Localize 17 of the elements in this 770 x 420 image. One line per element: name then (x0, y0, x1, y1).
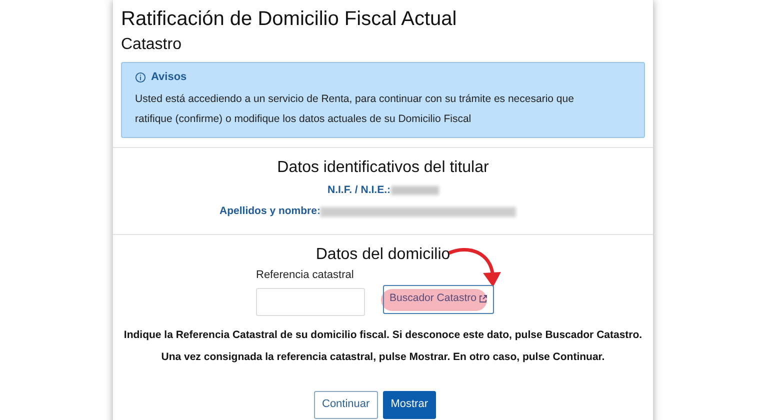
cadastre-search-button[interactable]: Buscador Catastro (383, 284, 494, 314)
notice-text: Usted está accediendo a un servicio de Renta, para continuar con su trámite es necesario que ratifique (confirme) o modifique los datos actuales de su Domicilio Fiscal (135, 92, 575, 126)
instruction-text: Una vez consignada la referencia catastral, pulse Mostrar. En otro caso, pulse Continuar. (161, 350, 605, 364)
page-title: Ratificación de Domicilio Fiscal Actual (121, 7, 458, 32)
cadastral-reference-field[interactable] (256, 288, 365, 316)
section-heading: Datos identificativos del titular (277, 158, 489, 178)
page-subtitle: Catastro (121, 35, 182, 55)
show-button[interactable]: Mostrar (382, 390, 436, 418)
continue-button[interactable]: Continuar (314, 390, 378, 418)
section-heading: Datos del domicilio (316, 245, 450, 265)
info-icon (135, 72, 146, 83)
field-label: N.I.F. / N.I.E.: (327, 182, 390, 198)
field-label: Apellidos y nombre: (220, 204, 320, 220)
instruction-text: Indique la Referencia Catastral de su domicilio fiscal. Si desconoce este dato, pulse Buscador Catastro. (124, 328, 642, 342)
field-label: Referencia catastral (256, 268, 355, 283)
external-link-icon (479, 295, 488, 303)
notice-heading: Avisos (151, 70, 187, 85)
